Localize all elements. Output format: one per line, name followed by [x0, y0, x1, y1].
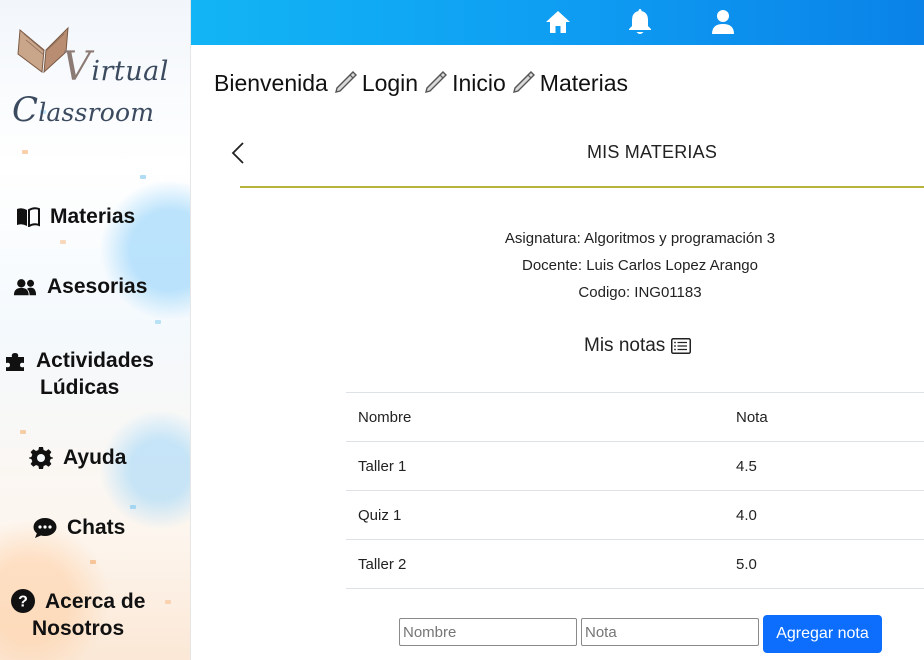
- table-header-row: Nombre Nota: [346, 393, 924, 442]
- confetti-decoration: [20, 430, 26, 434]
- grades-title: Mis notas: [584, 335, 666, 356]
- home-icon[interactable]: [543, 7, 573, 37]
- sidebar-item-label: Materias: [50, 205, 136, 228]
- grade-name: Taller 1: [358, 457, 407, 475]
- confetti-decoration: [165, 600, 171, 604]
- sidebar-item-label: Acerca de: [45, 590, 146, 613]
- confetti-decoration: [22, 150, 28, 154]
- chat-icon: [33, 516, 57, 540]
- user-icon[interactable]: [708, 7, 738, 37]
- breadcrumb: Bienvenida Login Inicio Materias: [214, 68, 628, 98]
- topbar: [191, 0, 924, 45]
- page-title: MIS MATERIAS: [586, 142, 718, 162]
- breadcrumb-item-bienvenida[interactable]: Bienvenida: [214, 70, 328, 97]
- sidebar-item-asesorias[interactable]: Asesorias: [13, 275, 147, 299]
- course-code: Codigo: ING01183: [578, 284, 702, 301]
- breadcrumb-item-inicio[interactable]: Inicio: [452, 70, 506, 97]
- sidebar-item-label: Asesorias: [47, 275, 148, 298]
- logo-line-1: Virtual: [62, 44, 169, 90]
- sidebar-item-ayuda[interactable]: Ayuda: [29, 446, 126, 470]
- confetti-decoration: [60, 240, 66, 244]
- logo-line-2: Classroom: [12, 90, 155, 130]
- course-teacher: Docente: Luis Carlos Lopez Arango: [522, 257, 758, 274]
- bell-icon[interactable]: [625, 7, 655, 37]
- users-icon: [13, 275, 37, 299]
- course-subject: Asignatura: Algoritmos y programación 3: [504, 230, 776, 247]
- sidebar-item-label: Lúdicas: [40, 376, 120, 399]
- add-grade-button[interactable]: Agregar nota: [763, 615, 882, 653]
- sidebar-item-label: Nosotros: [32, 617, 125, 640]
- puzzle-icon: [3, 349, 27, 373]
- sidebar: Virtual Classroom Materias Asesorias Act…: [0, 0, 191, 660]
- confetti-decoration: [130, 505, 136, 509]
- grade-name: Quiz 1: [358, 506, 402, 524]
- confetti-decoration: [90, 560, 96, 564]
- pencil-icon: [330, 68, 360, 98]
- pencil-icon: [508, 68, 538, 98]
- gear-icon: [29, 446, 53, 470]
- grade-name: Taller 2: [358, 555, 407, 573]
- table-row: Taller 2 5.0: [346, 540, 924, 589]
- sidebar-item-label: Actividades: [36, 349, 154, 372]
- app-logo[interactable]: Virtual Classroom: [10, 18, 168, 133]
- column-header-nota: Nota: [736, 408, 768, 426]
- column-header-nombre: Nombre: [358, 408, 412, 426]
- sidebar-item-materias[interactable]: Materias: [16, 205, 135, 229]
- confetti-decoration: [140, 175, 146, 179]
- table-row: Taller 1 4.5: [346, 442, 924, 491]
- sidebar-item-label: Chats: [67, 516, 126, 539]
- grade-name-input[interactable]: [399, 618, 577, 646]
- breadcrumb-item-login[interactable]: Login: [362, 70, 418, 97]
- sidebar-item-label: Ayuda: [63, 446, 127, 469]
- grades-heading: Mis notas: [584, 335, 691, 357]
- grade-value: 5.0: [736, 555, 757, 573]
- question-icon: ?: [11, 589, 35, 613]
- chevron-left-icon: [231, 142, 244, 164]
- confetti-decoration: [155, 320, 161, 324]
- list-icon: [670, 337, 691, 355]
- table-row: Quiz 1 4.0: [346, 491, 924, 540]
- pencil-icon: [420, 68, 450, 98]
- divider: [240, 186, 924, 188]
- grade-value: 4.0: [736, 506, 757, 524]
- book-open-icon: [16, 205, 40, 229]
- breadcrumb-item-materias[interactable]: Materias: [540, 70, 628, 97]
- grades-table: Nombre Nota Taller 1 4.5 Quiz 1 4.0 Tall…: [346, 392, 924, 589]
- svg-text:?: ?: [18, 594, 28, 611]
- grade-value: 4.5: [736, 457, 757, 475]
- sidebar-item-chats[interactable]: Chats: [33, 516, 125, 540]
- grade-value-input[interactable]: [581, 618, 759, 646]
- back-button[interactable]: [226, 140, 250, 166]
